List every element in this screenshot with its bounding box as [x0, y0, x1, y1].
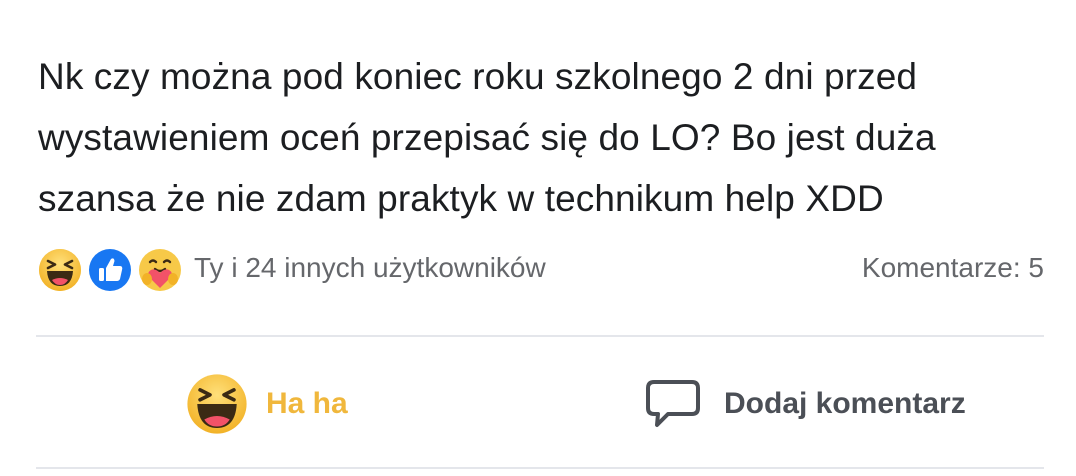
comment-icon — [644, 378, 702, 430]
reactions-row: Ty i 24 innych użytkowników Komentarze: … — [36, 242, 1044, 298]
haha-icon — [36, 246, 84, 294]
comments-count[interactable]: Komentarze: 5 — [862, 252, 1044, 284]
haha-icon — [186, 373, 248, 435]
post-text-line: wystawieniem oceń przepisać się do LO? B… — [38, 117, 936, 158]
care-icon — [136, 246, 184, 294]
post-text-line: szansa że nie zdam praktyk w technikum h… — [38, 178, 884, 219]
like-icon — [86, 246, 134, 294]
add-comment-button[interactable]: Dodaj komentarz — [644, 352, 966, 456]
divider — [36, 335, 1044, 337]
divider — [36, 467, 1044, 469]
post-card: Nk czy można pod koniec roku szkolnego 2… — [0, 0, 1076, 476]
reaction-button[interactable]: Ha ha — [186, 352, 348, 456]
reactions-summary[interactable]: Ty i 24 innych użytkowników — [194, 252, 546, 284]
reaction-button-label: Ha ha — [266, 387, 348, 420]
reaction-icons[interactable] — [36, 246, 186, 294]
post-text-line: Nk czy można pod koniec roku szkolnego 2… — [38, 56, 918, 97]
add-comment-label: Dodaj komentarz — [724, 387, 966, 420]
post-text: Nk czy można pod koniec roku szkolnego 2… — [38, 46, 1038, 229]
